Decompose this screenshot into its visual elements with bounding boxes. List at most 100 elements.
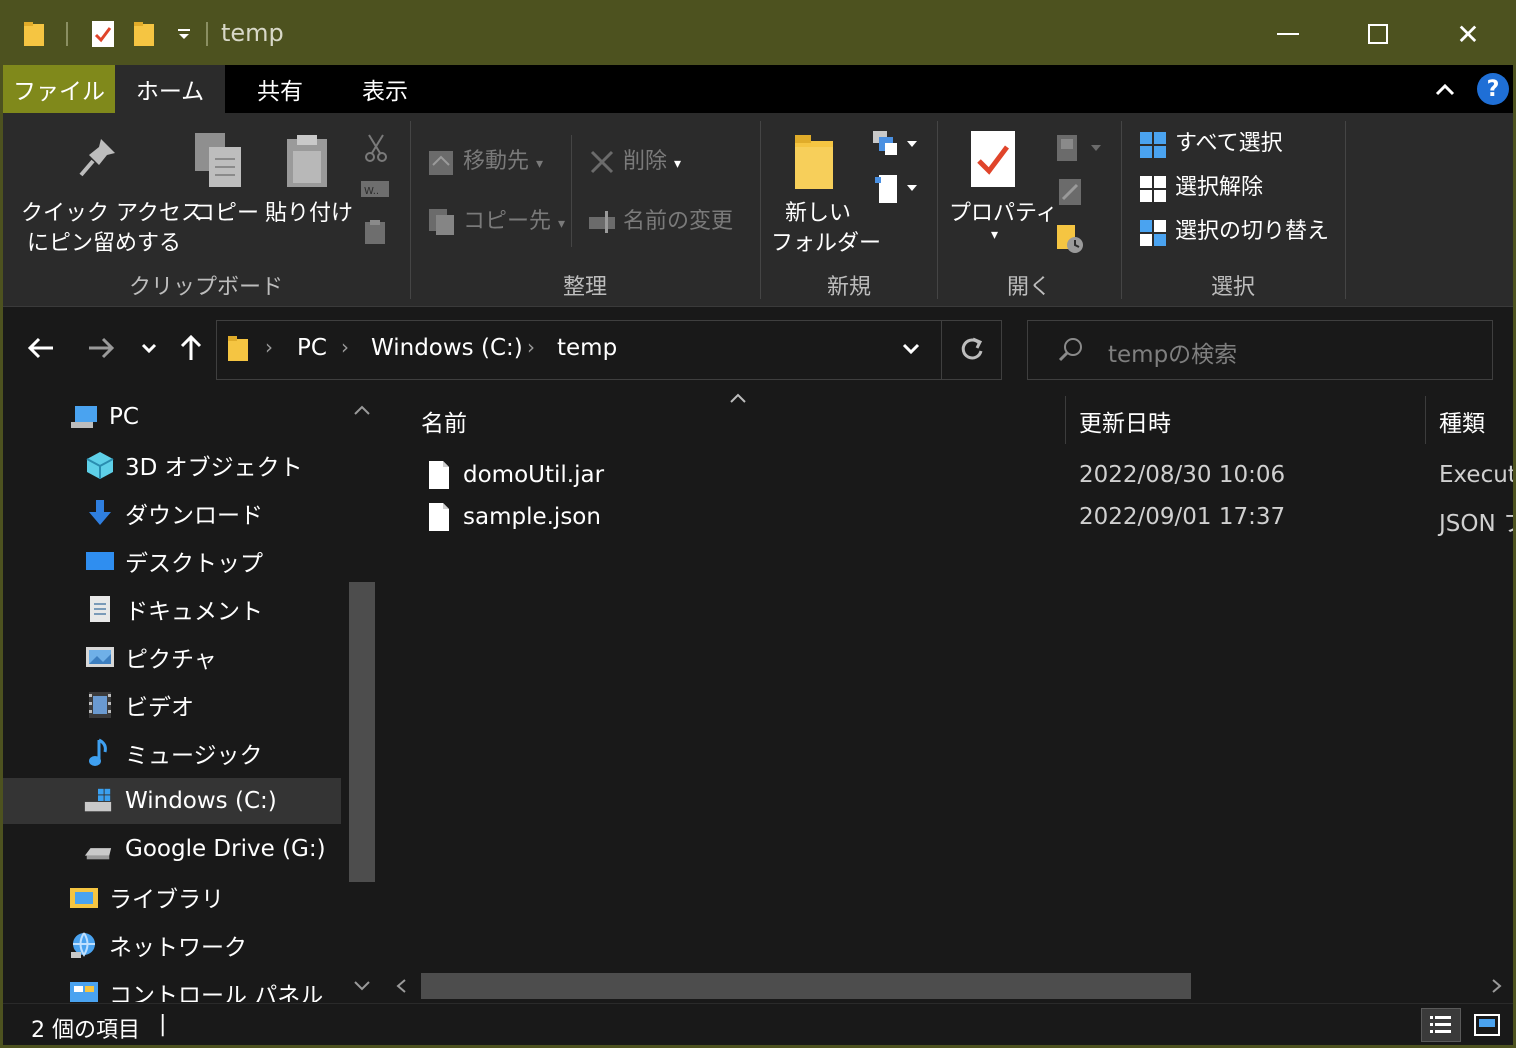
organize-divider bbox=[571, 135, 572, 247]
open-icon[interactable] bbox=[1055, 133, 1103, 167]
search-placeholder[interactable]: tempの検索 bbox=[1108, 335, 1237, 369]
nav-item-downloads[interactable]: ダウンロード bbox=[3, 490, 341, 536]
large-icons-view-button[interactable] bbox=[1467, 1008, 1507, 1042]
copy-path-icon[interactable]: W.. bbox=[360, 179, 390, 203]
navpane-scroll-thumb[interactable] bbox=[349, 582, 375, 882]
search-box[interactable]: tempの検索 bbox=[1027, 320, 1493, 380]
delete-button[interactable]: 削除 ▾ bbox=[623, 147, 681, 179]
nav-item-music[interactable]: ミュージック bbox=[3, 730, 341, 776]
new-item-icon[interactable] bbox=[871, 129, 919, 163]
nav-item-3d-objects[interactable]: 3D オブジェクト bbox=[3, 442, 341, 488]
details-view-icon bbox=[1430, 1016, 1451, 1033]
scroll-right-icon[interactable] bbox=[1491, 978, 1503, 994]
minimize-icon bbox=[1277, 33, 1299, 35]
customize-qa-dropdown-icon[interactable] bbox=[171, 17, 197, 51]
pin-quick-access-button[interactable]: クイック アクセス bbox=[21, 199, 203, 229]
navigation-bar: › PC › Windows (C:) › temp tempの検索 bbox=[3, 308, 1513, 390]
properties-dropdown-icon[interactable]: ▾ bbox=[991, 227, 998, 243]
nav-item-pc[interactable]: PC bbox=[3, 394, 341, 440]
scroll-down-icon[interactable] bbox=[353, 980, 371, 992]
nav-item-libraries[interactable]: ライブラリ bbox=[3, 874, 341, 920]
minimize-button[interactable] bbox=[1243, 3, 1333, 65]
paste-icon bbox=[285, 133, 329, 193]
column-header-modified[interactable]: 更新日時 bbox=[1079, 404, 1171, 438]
tab-file[interactable]: ファイル bbox=[3, 65, 115, 113]
recent-locations-button[interactable] bbox=[131, 326, 167, 370]
nav-label: ミュージック bbox=[125, 743, 263, 769]
new-folder-button[interactable]: 新しい bbox=[785, 199, 851, 229]
nav-item-google-drive-g[interactable]: Google Drive (G:) bbox=[3, 826, 341, 872]
properties-qa-icon[interactable] bbox=[89, 17, 117, 51]
back-arrow-icon bbox=[27, 337, 53, 359]
group-divider bbox=[1121, 121, 1122, 299]
ribbon-tabs: ファイル ホーム 共有 表示 ? bbox=[3, 65, 1513, 113]
breadcrumb-windows-c[interactable]: Windows (C:) bbox=[371, 335, 523, 361]
column-header-type[interactable]: 種類 bbox=[1439, 404, 1485, 438]
filelist-scroll-thumb[interactable] bbox=[421, 973, 1191, 999]
file-name[interactable]: sample.json bbox=[463, 504, 601, 530]
item-count: 2 個の項目 bbox=[31, 1018, 140, 1043]
scroll-up-icon[interactable] bbox=[353, 404, 371, 416]
chevron-right-icon[interactable]: › bbox=[527, 335, 535, 359]
new-folder-qa-icon[interactable] bbox=[131, 17, 157, 51]
file-row[interactable]: domoUtil.jar 2022/08/30 10:06 Executa bbox=[413, 456, 1513, 498]
collapse-ribbon-icon[interactable] bbox=[1431, 75, 1459, 103]
refresh-button[interactable] bbox=[959, 335, 985, 367]
back-button[interactable] bbox=[21, 326, 61, 370]
tab-view[interactable]: 表示 bbox=[335, 65, 435, 113]
nav-item-network[interactable]: ネットワーク bbox=[3, 922, 341, 968]
chevron-right-icon[interactable]: › bbox=[341, 335, 349, 359]
address-bar[interactable]: › PC › Windows (C:) › temp bbox=[216, 320, 1002, 380]
column-divider[interactable] bbox=[1425, 396, 1426, 444]
select-none-icon bbox=[1139, 175, 1167, 207]
invert-selection-button[interactable]: 選択の切り替え bbox=[1175, 217, 1329, 247]
invert-selection-icon bbox=[1139, 219, 1167, 251]
copy-button[interactable]: コピー bbox=[193, 199, 259, 229]
cut-icon[interactable] bbox=[363, 133, 389, 167]
tab-home[interactable]: ホーム bbox=[115, 65, 225, 113]
column-header-name[interactable]: 名前 bbox=[421, 404, 467, 438]
paste-shortcut-icon[interactable] bbox=[364, 219, 386, 249]
select-all-button[interactable]: すべて選択 bbox=[1175, 129, 1283, 159]
video-icon bbox=[89, 692, 111, 718]
breadcrumb-temp[interactable]: temp bbox=[557, 335, 617, 361]
nav-item-windows-c[interactable]: Windows (C:) bbox=[3, 778, 341, 824]
nav-item-control-panel[interactable]: コントロール パネル bbox=[3, 970, 341, 1002]
scroll-left-icon[interactable] bbox=[395, 978, 407, 994]
filelist-horizontal-scrollbar[interactable] bbox=[383, 969, 1513, 1003]
documents-icon bbox=[90, 596, 110, 622]
folder-icon bbox=[21, 17, 47, 51]
desktop-icon bbox=[86, 552, 114, 570]
copy-to-label: コピー先 bbox=[463, 209, 552, 234]
paste-button[interactable]: 貼り付け bbox=[265, 199, 353, 229]
history-icon[interactable] bbox=[1055, 223, 1085, 259]
3d-objects-icon bbox=[86, 452, 114, 479]
details-view-button[interactable] bbox=[1421, 1008, 1461, 1042]
properties-button[interactable]: プロパティ bbox=[949, 199, 1058, 229]
move-to-button[interactable]: 移動先 ▾ bbox=[463, 147, 543, 179]
select-none-button[interactable]: 選択解除 bbox=[1175, 173, 1263, 203]
nav-item-videos[interactable]: ビデオ bbox=[3, 682, 341, 728]
column-divider[interactable] bbox=[1065, 396, 1066, 444]
up-arrow-icon bbox=[180, 334, 202, 360]
address-history-dropdown[interactable] bbox=[901, 341, 921, 360]
new-folder-label-line2: フォルダー bbox=[771, 231, 882, 256]
easy-access-icon[interactable] bbox=[873, 173, 919, 209]
rename-button[interactable]: 名前の変更 bbox=[623, 207, 733, 237]
copy-to-button[interactable]: コピー先 ▾ bbox=[463, 207, 565, 239]
navpane-scrollbar[interactable] bbox=[345, 390, 379, 1002]
edit-icon[interactable] bbox=[1057, 177, 1083, 211]
file-modified: 2022/08/30 10:06 bbox=[1079, 462, 1286, 488]
help-icon[interactable]: ? bbox=[1477, 73, 1509, 105]
forward-button[interactable] bbox=[81, 326, 121, 370]
tab-share[interactable]: 共有 bbox=[225, 65, 335, 113]
nav-item-documents[interactable]: ドキュメント bbox=[3, 586, 341, 632]
maximize-button[interactable] bbox=[1333, 3, 1423, 65]
breadcrumb-pc[interactable]: PC bbox=[297, 335, 327, 361]
up-button[interactable] bbox=[171, 326, 211, 370]
nav-item-desktop[interactable]: デスクトップ bbox=[3, 538, 341, 584]
file-name[interactable]: domoUtil.jar bbox=[463, 462, 604, 488]
file-row[interactable]: sample.json 2022/09/01 17:37 JSON フ bbox=[413, 498, 1513, 540]
nav-item-pictures[interactable]: ピクチャ bbox=[3, 634, 341, 680]
close-button[interactable]: ✕ bbox=[1423, 3, 1513, 65]
